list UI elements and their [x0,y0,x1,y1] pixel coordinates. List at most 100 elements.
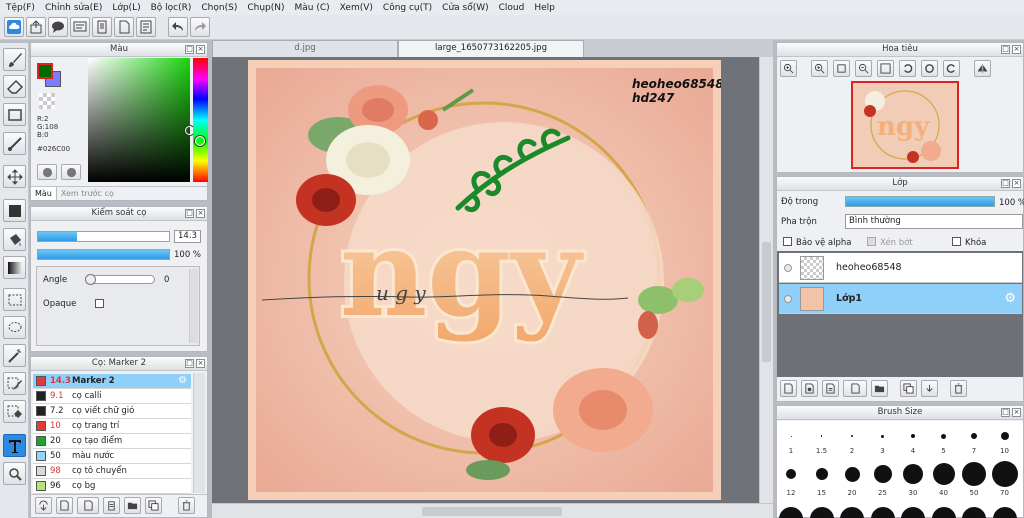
menu-item[interactable]: Bộ lọc(R) [148,3,199,13]
brush-size-preset[interactable] [786,469,796,479]
hue-slider[interactable] [193,58,208,182]
select-pen-icon[interactable] [3,372,26,395]
protect-alpha-checkbox[interactable]: Bảo vệ alpha [783,237,851,248]
lasso-icon[interactable] [3,316,26,339]
brush-size-preset[interactable] [941,433,946,439]
brush-menu-icon[interactable] [77,497,99,514]
brush-size-slider[interactable] [37,231,170,242]
menu-item[interactable]: Cửa sổ(W) [439,3,495,13]
text-icon[interactable] [3,434,26,457]
brush-size-preset[interactable] [840,507,864,518]
hand-icon[interactable] [3,462,26,485]
brush-list-item[interactable]: 7.2 cọ viết chữ gió [33,404,191,419]
canvas-horizontal-scrollbar[interactable] [212,503,773,518]
marquee-icon[interactable] [3,288,26,311]
bucket-icon[interactable] [3,228,26,251]
new-layer-icon[interactable] [780,380,797,397]
brush-size-preset[interactable] [844,466,860,482]
menu-item[interactable]: Lớp(L) [109,3,147,13]
rotate-right-icon[interactable] [943,60,960,77]
duplicate-layer-icon[interactable] [900,380,917,397]
brush-size-value[interactable]: 14.3 [174,230,201,243]
line-icon[interactable] [3,132,26,155]
actual-size-icon[interactable] [877,60,894,77]
opaque-checkbox[interactable] [95,299,108,310]
transparent-color-swatch[interactable] [39,93,55,109]
layer-row[interactable]: Lớp1 ⚙ [779,284,1022,314]
menu-item[interactable]: Chụp(N) [244,3,291,13]
close-icon[interactable]: × [196,45,205,54]
artwork-canvas[interactable]: ngy u g y heoheo68548 hd247 [248,60,721,500]
cloud-icon[interactable] [4,17,24,37]
brush-size-preset[interactable] [809,507,834,518]
flip-horizontal-icon[interactable] [974,60,991,77]
gradient-icon[interactable] [3,256,26,279]
duplicate-icon[interactable] [145,497,162,514]
merge-down-icon[interactable] [921,380,938,397]
chat-icon[interactable] [48,17,68,37]
brush-size-preset[interactable] [962,462,986,486]
color-history-icon[interactable] [61,164,81,180]
tab-brush-preview[interactable]: Xem trước cọ [57,187,118,200]
message-icon[interactable] [70,17,90,37]
brush-size-preset[interactable] [851,435,853,437]
brush-size-preset[interactable] [1000,432,1009,440]
brush-size-preset[interactable] [870,507,895,518]
params-scrollbar[interactable] [189,269,198,343]
brush-list-item[interactable]: 98 cọ tô chuyển [33,464,191,479]
visibility-icon[interactable] [784,294,792,303]
eraser-icon[interactable] [3,75,26,98]
new-8bit-layer-icon[interactable] [822,380,839,397]
brush-list-item[interactable]: 10 cọ trang trí [33,419,191,434]
gear-icon[interactable]: ⚙ [178,374,187,388]
close-icon[interactable]: × [196,359,205,368]
saturation-value-picker[interactable] [88,58,194,182]
page-icon[interactable] [114,17,134,37]
fit-icon[interactable] [833,60,850,77]
float-icon[interactable]: □ [185,45,194,54]
move-icon[interactable] [3,165,26,188]
add-layer-menu-icon[interactable] [843,380,867,397]
brush-size-preset[interactable] [779,507,803,518]
foreground-color-swatch[interactable] [37,63,53,79]
menu-item[interactable]: Màu (C) [292,3,337,13]
rectangle-select-icon[interactable] [3,103,26,126]
visibility-icon[interactable] [784,263,792,272]
brush-opacity-slider[interactable] [37,249,170,260]
brush-size-preset[interactable] [931,507,956,518]
share-icon[interactable] [26,17,46,37]
clipping-checkbox[interactable]: Xén bớt [867,237,913,248]
canvas-area[interactable]: ngy u g y heoheo68548 hd247 [212,57,759,503]
menu-item[interactable]: Help [531,3,562,13]
brush-size-preset[interactable] [873,465,892,483]
brush-size-preset[interactable] [820,435,823,437]
menu-item[interactable]: Xem(V) [337,3,380,13]
brush-list-item[interactable]: 50 màu nước [33,449,191,464]
menu-item[interactable]: Tệp(F) [3,3,42,13]
new-brush-icon[interactable] [56,497,73,514]
float-icon[interactable]: □ [185,359,194,368]
book-icon[interactable] [136,17,156,37]
magic-wand-icon[interactable] [3,344,26,367]
trash-icon[interactable] [178,497,195,514]
brush-size-preset[interactable] [790,435,792,437]
document-icon[interactable] [92,17,112,37]
zoom-in-icon[interactable] [780,60,797,77]
float-icon[interactable]: □ [1001,45,1010,54]
brush-icon[interactable] [3,48,26,71]
brush-list-item[interactable]: 96 cọ bg [33,479,191,494]
canvas-vertical-scrollbar[interactable] [759,57,773,503]
brush-size-preset[interactable] [991,461,1018,487]
close-icon[interactable]: × [196,209,205,218]
brush-size-preset[interactable] [901,507,925,518]
tab-color[interactable]: Màu [31,187,57,200]
layer-row[interactable]: heoheo68548 [779,253,1022,283]
delete-layer-icon[interactable] [950,380,967,397]
layer-folder-icon[interactable] [871,380,888,397]
layer-opacity-slider[interactable] [845,196,995,207]
lock-checkbox[interactable]: Khóa [952,237,986,248]
blend-mode-select[interactable]: Bình thường [845,214,1023,229]
close-icon[interactable]: × [1012,408,1021,417]
brush-size-preset[interactable] [911,434,915,438]
tab-large-jpg[interactable]: large_1650773162205.jpg [398,40,584,57]
